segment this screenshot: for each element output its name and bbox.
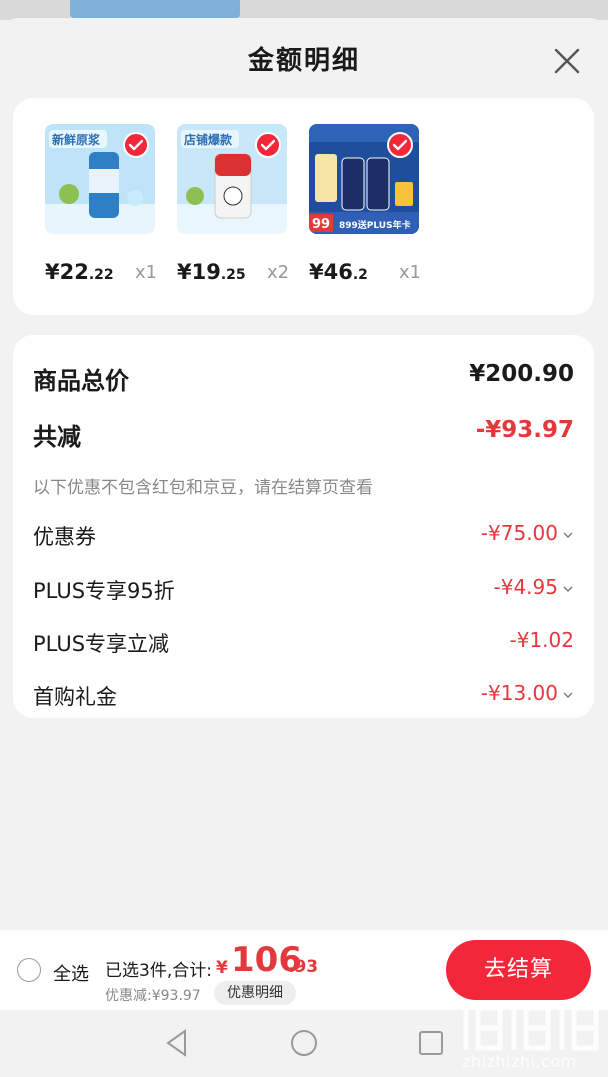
total-price-label: 商品总价 (33, 367, 129, 395)
sheet-title: 金额明细 (247, 46, 360, 76)
checkout-button[interactable]: 去结算 (446, 940, 591, 1000)
price-detail-card: 商品总价 ¥200.90 共减 -¥93.97 以下优惠不包含红包和京豆，请在结… (13, 335, 594, 718)
product-price: ¥19.25 (177, 260, 246, 284)
recents-icon[interactable] (418, 1028, 444, 1062)
chevron-down-icon[interactable] (562, 531, 574, 539)
discount-value: -¥75.00 (481, 521, 574, 545)
discount-row-plus-reduce: PLUS专享立减 -¥1.02 (33, 628, 574, 660)
discount-value: -¥4.95 (494, 575, 574, 599)
discount-label: PLUS专享立减 (33, 632, 170, 656)
product-item[interactable]: 99 899送PLUS年卡 ¥46.2 x1 (291, 124, 431, 294)
total-price-value: ¥200.90 (469, 361, 574, 387)
product-price: ¥22.22 (45, 260, 114, 284)
total-reduce-row: 共减 -¥93.97 (33, 417, 574, 451)
product-item[interactable]: 店铺爆款 ¥19.25 x2 (159, 124, 299, 294)
discount-note: 以下优惠不包含红包和京豆，请在结算页查看 (33, 478, 373, 498)
product-list-card: 新鲜原浆 ¥22.22 x1 店铺爆款 ¥19.25 x2 99 899送PLU… (13, 98, 594, 315)
total-currency: ¥ (216, 958, 228, 978)
svg-text:99: 99 (312, 217, 330, 232)
product-image[interactable]: 店铺爆款 (177, 124, 287, 234)
total-amount-decimal: .93 (288, 957, 319, 977)
selected-check-icon (255, 132, 281, 158)
discount-value: -¥1.02 (509, 628, 574, 652)
amount-detail-sheet: 金额明细 新鲜原浆 ¥22.22 x1 店铺爆款 ¥19.25 x2 99 89… (0, 18, 608, 1077)
discount-value: -¥13.00 (481, 681, 574, 705)
discount-label: PLUS专享95折 (33, 579, 175, 603)
discount-row-coupon[interactable]: 优惠券 -¥75.00 (33, 521, 574, 553)
watermark-text: zhizhizhi.com (462, 1052, 577, 1071)
selected-count-text: 已选3件,合计: (105, 961, 212, 981)
select-all-label[interactable]: 全选 (53, 960, 89, 986)
product-qty: x1 (135, 262, 158, 283)
chevron-down-icon[interactable] (562, 691, 574, 699)
selected-check-icon (123, 132, 149, 158)
svg-text:899送PLUS年卡: 899送PLUS年卡 (339, 219, 411, 231)
discount-detail-button[interactable]: 优惠明细 (214, 981, 296, 1005)
total-reduce-label: 共减 (33, 423, 81, 451)
total-price-row: 商品总价 ¥200.90 (33, 361, 574, 395)
discount-row-plus95[interactable]: PLUS专享95折 -¥4.95 (33, 575, 574, 607)
discount-label: 优惠券 (33, 525, 96, 549)
product-image[interactable]: 99 899送PLUS年卡 (309, 124, 419, 234)
home-icon[interactable] (289, 1028, 319, 1062)
product-qty: x2 (267, 262, 290, 283)
background-page-peek (0, 0, 608, 20)
discount-row-first-purchase[interactable]: 首购礼金 -¥13.00 (33, 681, 574, 713)
selected-check-icon (387, 132, 413, 158)
back-icon[interactable] (163, 1028, 191, 1062)
svg-text:新鲜原浆: 新鲜原浆 (52, 132, 101, 147)
product-item[interactable]: 新鲜原浆 ¥22.22 x1 (27, 124, 167, 294)
svg-text:店铺爆款: 店铺爆款 (184, 132, 233, 147)
select-all-radio[interactable] (17, 958, 41, 982)
discount-label: 首购礼金 (33, 685, 117, 709)
product-image[interactable]: 新鲜原浆 (45, 124, 155, 234)
chevron-down-icon[interactable] (562, 585, 574, 593)
total-reduce-value: -¥93.97 (475, 417, 574, 443)
product-qty: x1 (399, 262, 422, 283)
close-icon[interactable] (551, 45, 583, 77)
product-price: ¥46.2 (309, 260, 368, 284)
discount-summary: 优惠减:¥93.97 (105, 988, 201, 1004)
